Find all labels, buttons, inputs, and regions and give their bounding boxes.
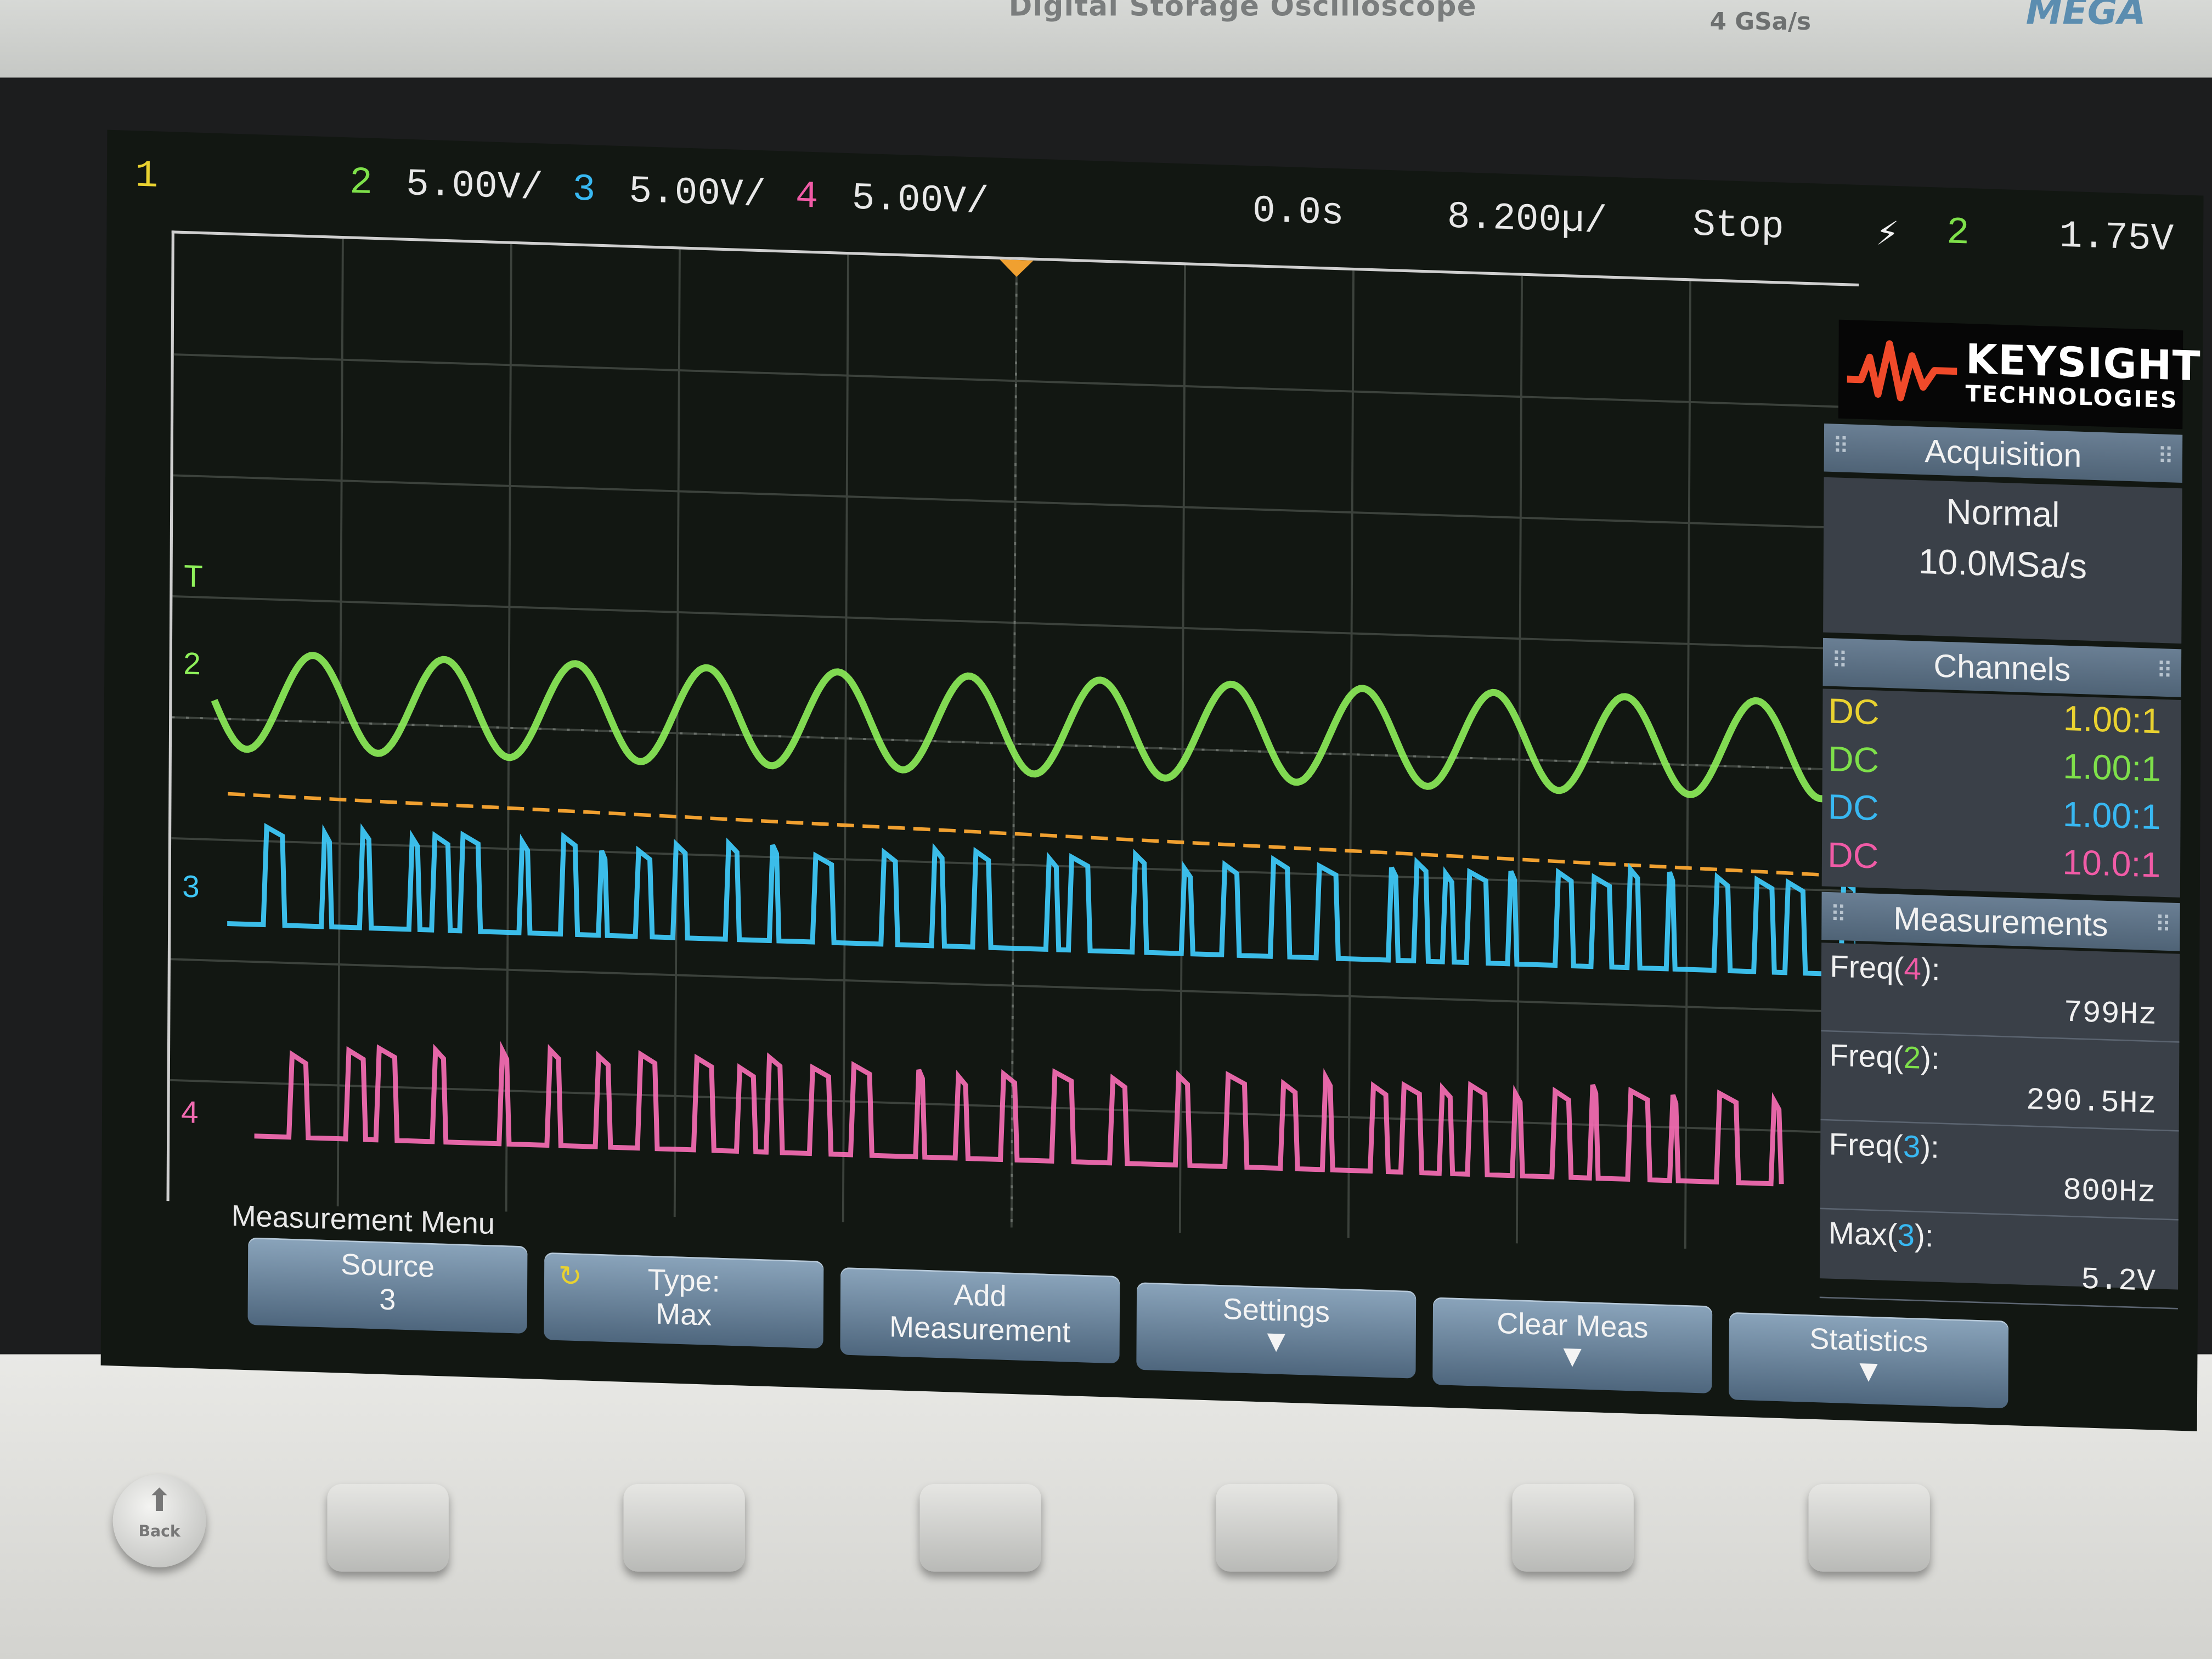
ch1-indicator[interactable]: 1 (135, 156, 158, 199)
channel-coupling: DC (1828, 691, 1880, 733)
measurement-channel: 2 (1903, 1040, 1921, 1076)
channel-coupling: DC (1827, 836, 1879, 877)
ch4-waveform (254, 1041, 1784, 1187)
measurement-item[interactable]: Freq(2): 290.5Hz (1820, 1031, 2180, 1132)
scope-screen: 1 2 5.00V/ 3 5.00V/ 4 5.00V/ 0.0s 8.200µ… (100, 129, 2204, 1431)
graticule[interactable]: T 2 3 4 (166, 230, 1859, 1254)
trigger-source: 2 (1946, 213, 1970, 256)
channel-probe-ratio: 1.00:1 (2062, 795, 2161, 838)
ch2-indicator[interactable]: 2 (349, 163, 373, 206)
back-button[interactable]: ⬆ Back (112, 1474, 206, 1567)
acquisition-rate: 10.0MSa/s (1918, 542, 2087, 587)
measurement-label: Freq(3): (1829, 1126, 1939, 1166)
ch2-ground-marker: 2 (183, 646, 201, 681)
measurement-item[interactable]: Max(3): 5.2V (1819, 1209, 2179, 1310)
measurement-label: Freq(4): (1830, 949, 1940, 989)
ch4-scale: 5.00V/ (851, 178, 989, 225)
grip-icon: ⠿ (1831, 649, 1848, 674)
channel-coupling: DC (1827, 740, 1880, 781)
acquisition-header[interactable]: ⠿ Acquisition ⠿ (1824, 424, 2183, 483)
measurement-channel: 4 (1904, 951, 1922, 987)
acquisition-body: Normal 10.0MSa/s (1823, 477, 2182, 644)
channels-header[interactable]: ⠿ Channels ⠿ (1822, 637, 2182, 697)
measurement-channel: 3 (1903, 1128, 1921, 1165)
ch4-ground-marker: 4 (181, 1094, 199, 1130)
trigger-icon: ⚡ (1876, 215, 1899, 258)
measurement-name: Max( (1828, 1215, 1898, 1253)
back-label: Back (138, 1522, 180, 1541)
grip-icon: ⠿ (2156, 659, 2173, 685)
logo-wave-icon (1847, 340, 1957, 402)
side-panel: KEYSIGHT TECHNOLOGIES ⠿ Acquisition ⠿ No… (1819, 319, 2201, 1310)
trigger-position-icon (1000, 259, 1034, 277)
measurement-name: Freq( (1829, 1037, 1904, 1075)
measurement-close: ): (1921, 951, 1940, 988)
softkey-5-button[interactable] (1512, 1484, 1634, 1572)
measurement-value: 5.2V (2081, 1262, 2156, 1300)
softkey-3-button[interactable] (919, 1484, 1041, 1572)
ch3-scale: 5.00V/ (629, 171, 766, 218)
measurement-item[interactable]: Freq(3): 800Hz (1820, 1120, 2179, 1221)
measurements-title: Measurements (1893, 900, 2108, 944)
softkey-1-button[interactable] (327, 1484, 449, 1572)
softkey-3[interactable]: Add Measurement (840, 1267, 1120, 1364)
channels-title: Channels (1933, 647, 2071, 689)
ch2-scale: 5.00V/ (405, 164, 544, 211)
run-state[interactable]: Stop (1692, 205, 1784, 250)
measurement-value: 800Hz (2062, 1173, 2157, 1211)
channels-body: DC 1.00:1 DC 1.00:1 DC 1.00:1 DC 10.0:1 (1821, 689, 2181, 898)
ch4-indicator[interactable]: 4 (795, 177, 819, 219)
measurements-header[interactable]: ⠿ Measurements ⠿ (1821, 891, 2180, 951)
measurement-item[interactable]: Freq(4): 799Hz (1821, 943, 2180, 1043)
softkey-2-button[interactable] (623, 1484, 745, 1572)
measurement-value: 799Hz (2063, 995, 2157, 1034)
softkey-6[interactable]: Statistics ▼ (1729, 1312, 2009, 1409)
channel-probe-ratio: 1.00:1 (2063, 747, 2162, 790)
sample-rate-label: 4 GSa/s (1709, 8, 1812, 37)
measurement-label: Freq(2): (1829, 1037, 1940, 1077)
time-delay: 0.0s (1252, 191, 1344, 236)
grip-icon: ⠿ (2154, 913, 2172, 938)
measurement-close: ): (1914, 1217, 1934, 1254)
trigger-marker: T (184, 558, 203, 594)
time-scale: 8.200µ/ (1447, 197, 1607, 245)
acquisition-title: Acquisition (1925, 432, 2082, 474)
trigger-level: 1.75V (2059, 216, 2174, 263)
softkey-1[interactable]: Source 3 (247, 1237, 528, 1334)
measurement-close: ): (1920, 1040, 1940, 1076)
softkey-6-button[interactable] (1808, 1484, 1930, 1572)
keysight-logo: KEYSIGHT TECHNOLOGIES (1838, 319, 2201, 430)
trigger-level-line (228, 792, 1828, 877)
channel-probe-ratio: 1.00:1 (2063, 699, 2162, 742)
softkey-4[interactable]: Settings ▼ (1136, 1282, 1417, 1379)
model-label: Digital Storage Oscilloscope (1008, 0, 1477, 23)
softkey-5[interactable]: Clear Meas ▼ (1432, 1297, 1713, 1393)
instrument-top-bezel: Digital Storage Oscilloscope 4 GSa/s MEG… (0, 0, 2212, 85)
oscilloscope-photo: Digital Storage Oscilloscope 4 GSa/s MEG… (0, 0, 2212, 1659)
channel-coupling: DC (1827, 787, 1879, 829)
measurement-name: Freq( (1830, 948, 1904, 986)
measurement-channel: 3 (1897, 1217, 1915, 1254)
measurement-value: 290.5Hz (2025, 1083, 2157, 1122)
ch3-ground-marker: 3 (182, 869, 200, 904)
softkey-2[interactable]: ↻ Type: Max (544, 1252, 824, 1349)
ch3-indicator[interactable]: 3 (572, 170, 595, 213)
measurement-label: Max(3): (1829, 1215, 1934, 1255)
brand-fragment: MEGA (2025, 0, 2146, 34)
grip-icon: ⠿ (2157, 445, 2174, 470)
channel-probe-ratio: 10.0:1 (2062, 843, 2161, 886)
measurements-body: Freq(4): 799Hz Freq(2): 290.5Hz Freq(3): 800H… (1819, 943, 2180, 1310)
waveform-display: T 2 3 4 (170, 239, 1859, 1249)
grip-icon: ⠿ (1830, 903, 1847, 928)
grip-icon: ⠿ (1832, 435, 1849, 460)
measurement-name: Freq( (1829, 1126, 1903, 1164)
measurement-close: ): (1920, 1129, 1940, 1165)
back-arrow-icon: ⬆ (146, 1484, 173, 1520)
softkey-4-button[interactable] (1216, 1484, 1338, 1572)
rotate-icon: ↻ (558, 1261, 583, 1293)
